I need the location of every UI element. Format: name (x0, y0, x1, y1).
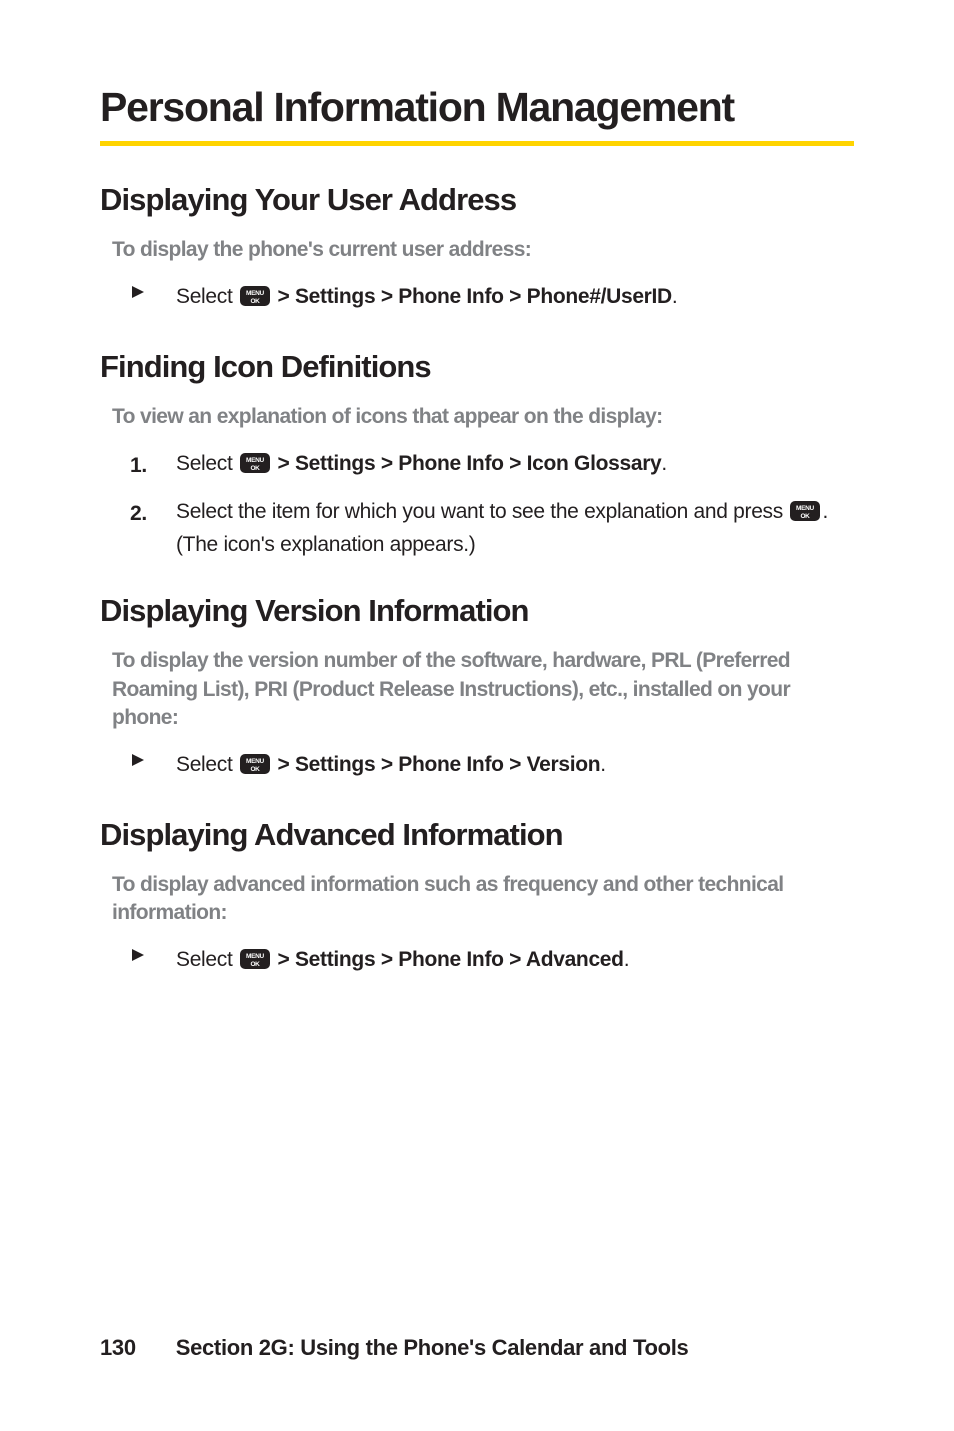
step-user-address-1: Select MENUOK > Settings > Phone Info > … (130, 282, 854, 314)
heading-user-address: Displaying Your User Address (100, 182, 854, 218)
svg-text:MENU: MENU (246, 758, 264, 765)
svg-text:OK: OK (250, 298, 260, 305)
svg-text:OK: OK (250, 465, 260, 472)
step-post: . (661, 452, 667, 475)
section-version-info: Displaying Version Information To displa… (100, 593, 854, 782)
section-icon-definitions: Finding Icon Definitions To view an expl… (100, 349, 854, 560)
menu-ok-key-icon: MENUOK (240, 753, 270, 782)
menu-ok-key-icon: MENUOK (240, 285, 270, 314)
step-number: 2. (130, 497, 176, 528)
svg-text:MENU: MENU (246, 290, 264, 297)
step-advanced-1: Select MENUOK > Settings > Phone Info > … (130, 945, 854, 977)
step-number: 1. (130, 449, 176, 480)
bullet-arrow-icon (130, 945, 176, 963)
menu-ok-key-icon: MENUOK (240, 948, 270, 977)
step-post: . (624, 948, 630, 971)
step-post: . (672, 285, 678, 308)
bullet-arrow-icon (130, 750, 176, 768)
step-path: > Settings > Phone Info > Icon Glossary (272, 452, 661, 475)
page-title: Personal Information Management (100, 84, 854, 146)
step-path: > Settings > Phone Info > Advanced (272, 948, 624, 971)
section-user-address: Displaying Your User Address To display … (100, 182, 854, 315)
heading-version-info: Displaying Version Information (100, 593, 854, 629)
heading-advanced-info: Displaying Advanced Information (100, 817, 854, 853)
menu-ok-key-icon: MENUOK (240, 452, 270, 481)
footer-section-label: Section 2G: Using the Phone's Calendar a… (176, 1335, 689, 1361)
step-text: Select the item for which you want to se… (176, 500, 788, 523)
lead-user-address: To display the phone's current user addr… (100, 236, 854, 264)
step-icon-2: 2. Select the item for which you want to… (130, 497, 854, 559)
step-icon-1: 1. Select MENUOK > Settings > Phone Info… (130, 449, 854, 481)
svg-text:MENU: MENU (246, 457, 264, 464)
bullet-arrow-icon (130, 282, 176, 300)
step-path: > Settings > Phone Info > Version (272, 753, 600, 776)
svg-text:OK: OK (801, 513, 811, 520)
section-advanced-info: Displaying Advanced Information To displ… (100, 817, 854, 978)
step-path: > Settings > Phone Info > Phone#/UserID (272, 285, 672, 308)
svg-text:OK: OK (250, 766, 260, 773)
svg-text:OK: OK (250, 961, 260, 968)
svg-text:MENU: MENU (797, 505, 815, 512)
heading-icon-definitions: Finding Icon Definitions (100, 349, 854, 385)
step-version-1: Select MENUOK > Settings > Phone Info > … (130, 750, 854, 782)
step-text: Select (176, 753, 238, 776)
step-post: . (600, 753, 606, 776)
svg-text:MENU: MENU (246, 953, 264, 960)
step-text: Select (176, 285, 238, 308)
lead-advanced-info: To display advanced information such as … (100, 871, 854, 928)
menu-ok-key-icon: MENUOK (790, 500, 820, 529)
lead-icon-definitions: To view an explanation of icons that app… (100, 403, 854, 431)
step-text: Select (176, 948, 238, 971)
page-number: 130 (100, 1335, 136, 1361)
page-footer: 130 Section 2G: Using the Phone's Calend… (100, 1335, 688, 1361)
lead-version-info: To display the version number of the sof… (100, 647, 854, 732)
step-text: Select (176, 452, 238, 475)
